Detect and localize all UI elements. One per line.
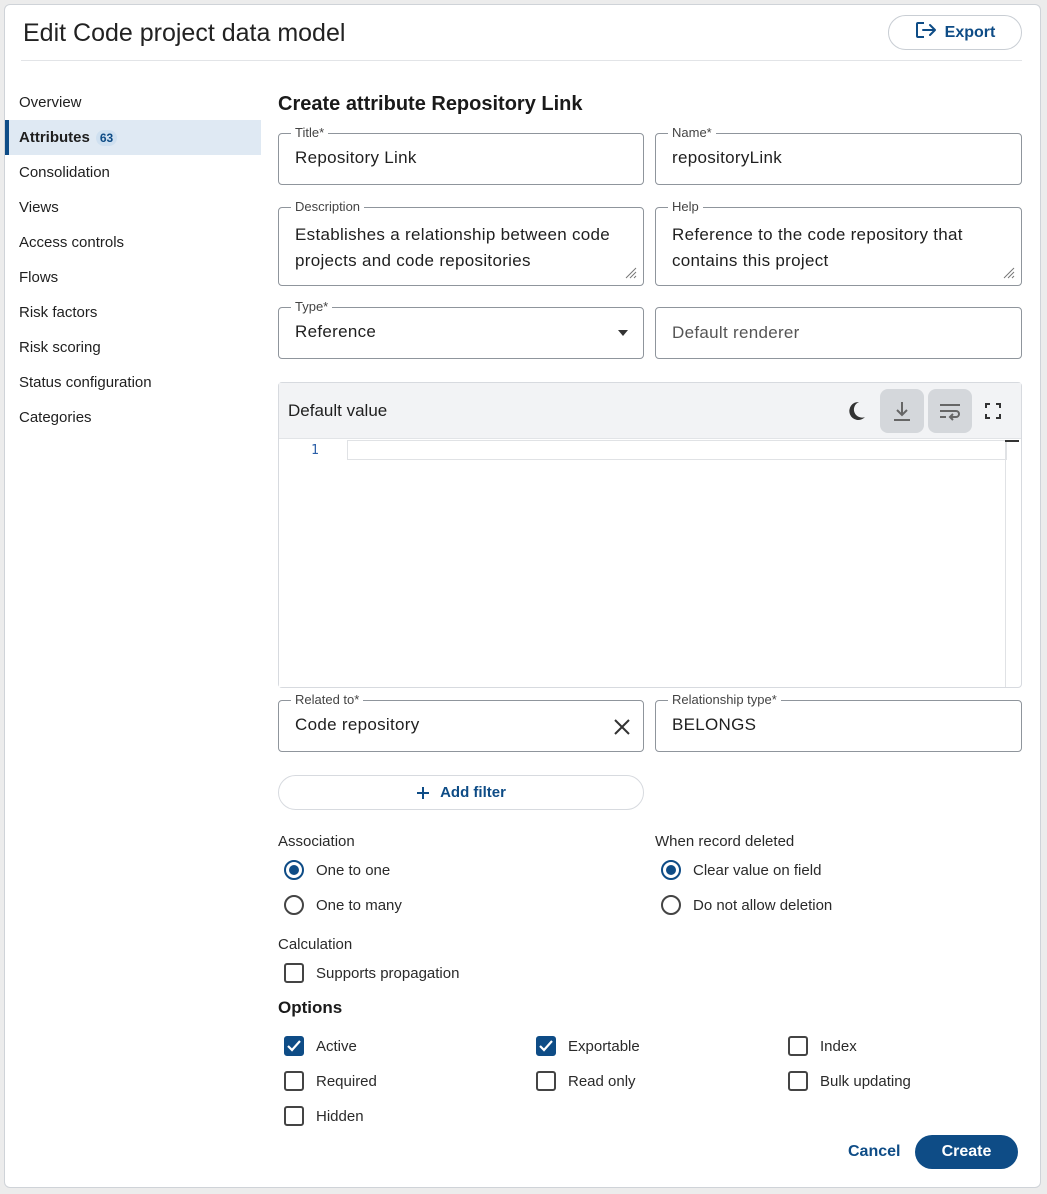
checkbox-checked-icon: [536, 1036, 556, 1056]
description-field-value: Establishes a relationship between code …: [295, 225, 611, 270]
radio-icon: [284, 895, 304, 915]
sidebar-item-access-controls[interactable]: Access controls: [5, 225, 261, 260]
title-field-label: Title*: [291, 126, 329, 140]
bulk-updating-checkbox[interactable]: Bulk updating: [788, 1071, 911, 1091]
wrap-text-icon: [940, 404, 960, 421]
supports-propagation-checkbox[interactable]: Supports propagation: [284, 963, 459, 983]
description-field[interactable]: Description Establishes a relationship b…: [278, 200, 644, 286]
relationship-type-field[interactable]: Relationship type* BELONGS: [655, 693, 1022, 752]
options-title: Options: [278, 998, 343, 1017]
sidebar-item-consolidation[interactable]: Consolidation: [5, 155, 261, 190]
editor-scrollbar[interactable]: [1005, 440, 1021, 687]
do-not-allow-deletion-radio[interactable]: Do not allow deletion: [661, 895, 832, 915]
name-field[interactable]: Name* repositoryLink: [655, 126, 1022, 185]
sidebar-nav: Overview Attributes 63 Consolidation View…: [5, 85, 261, 435]
record-deleted-label: When record deleted: [655, 833, 795, 850]
related-to-value: Code repository: [295, 715, 420, 734]
sidebar-item-attributes[interactable]: Attributes 63: [5, 120, 261, 155]
section-title: Create attribute Repository Link: [278, 93, 583, 115]
type-select[interactable]: Type* Reference: [278, 300, 644, 359]
title-field[interactable]: Title* Repository Link: [278, 126, 644, 185]
hidden-checkbox[interactable]: Hidden: [284, 1106, 364, 1126]
create-button[interactable]: Create: [915, 1135, 1018, 1169]
description-field-label: Description: [291, 200, 365, 214]
download-button[interactable]: [880, 389, 924, 433]
default-renderer-placeholder: Default renderer: [672, 323, 800, 342]
sidebar-item-categories[interactable]: Categories: [5, 400, 261, 435]
export-label: Export: [944, 23, 996, 41]
page-frame: Edit Code project data model Export Over…: [4, 4, 1041, 1188]
editor-input-line[interactable]: [347, 440, 1007, 460]
page-title: Edit Code project data model: [23, 19, 346, 47]
read-only-checkbox[interactable]: Read only: [536, 1071, 636, 1091]
sidebar-item-flows[interactable]: Flows: [5, 260, 261, 295]
required-checkbox[interactable]: Required: [284, 1071, 377, 1091]
dark-mode-button[interactable]: [834, 389, 878, 433]
checkbox-icon: [536, 1071, 556, 1091]
association-one-to-one-radio[interactable]: One to one: [284, 860, 390, 880]
add-filter-label: Add filter: [440, 784, 506, 801]
checkbox-icon: [284, 963, 304, 983]
help-field[interactable]: Help Reference to the code repository th…: [655, 200, 1022, 286]
default-renderer-input[interactable]: Default renderer: [655, 307, 1022, 359]
association-label: Association: [278, 833, 355, 850]
type-select-value: Reference: [295, 322, 377, 341]
resize-handle-icon[interactable]: [625, 267, 637, 279]
active-checkbox[interactable]: Active: [284, 1036, 357, 1056]
title-field-value: Repository Link: [295, 148, 417, 167]
cancel-button[interactable]: Cancel: [848, 1137, 900, 1167]
download-icon: [894, 402, 910, 421]
checkbox-icon: [788, 1036, 808, 1056]
index-checkbox[interactable]: Index: [788, 1036, 857, 1056]
sidebar-item-risk-scoring[interactable]: Risk scoring: [5, 330, 261, 365]
related-to-field[interactable]: Related to* Code repository: [278, 693, 644, 752]
checkbox-icon: [284, 1071, 304, 1091]
sidebar-item-status-configuration[interactable]: Status configuration: [5, 365, 261, 400]
clear-value-radio[interactable]: Clear value on field: [661, 860, 821, 880]
export-button[interactable]: Export: [888, 15, 1022, 50]
resize-handle-icon[interactable]: [1003, 267, 1015, 279]
word-wrap-button[interactable]: [928, 389, 972, 433]
help-field-value: Reference to the code repository that co…: [672, 225, 963, 270]
association-one-to-many-radio[interactable]: One to many: [284, 895, 402, 915]
help-field-label: Help: [668, 200, 703, 214]
plus-icon: [417, 786, 430, 799]
editor-gutter: [279, 440, 347, 687]
sidebar-item-overview[interactable]: Overview: [5, 85, 261, 120]
page-header: Edit Code project data model Export: [5, 5, 1040, 62]
name-field-label: Name*: [668, 126, 716, 140]
radio-selected-icon: [661, 860, 681, 880]
radio-selected-icon: [284, 860, 304, 880]
clear-icon[interactable]: [613, 718, 631, 736]
caret-down-icon: [618, 330, 628, 336]
sidebar-item-views[interactable]: Views: [5, 190, 261, 225]
sidebar-item-risk-factors[interactable]: Risk factors: [5, 295, 261, 330]
attributes-count-badge: 63: [95, 129, 118, 146]
scrollbar-thumb[interactable]: [1005, 440, 1019, 442]
expand-icon: [985, 403, 1001, 419]
header-divider: [21, 60, 1022, 61]
checkbox-icon: [788, 1071, 808, 1091]
checkbox-icon: [284, 1106, 304, 1126]
default-value-editor: Default value 1: [278, 382, 1022, 688]
name-field-value: repositoryLink: [672, 148, 783, 167]
fullscreen-button[interactable]: [971, 389, 1015, 433]
relationship-type-value: BELONGS: [672, 715, 757, 734]
default-value-label: Default value: [288, 401, 388, 420]
related-to-label: Related to*: [291, 693, 364, 707]
export-icon: [915, 21, 937, 44]
line-number: 1: [311, 443, 319, 458]
exportable-checkbox[interactable]: Exportable: [536, 1036, 640, 1056]
add-filter-button[interactable]: Add filter: [278, 775, 644, 810]
checkbox-checked-icon: [284, 1036, 304, 1056]
relationship-type-label: Relationship type*: [668, 693, 781, 707]
radio-icon: [661, 895, 681, 915]
editor-toolbar: Default value: [279, 383, 1021, 439]
calculation-label: Calculation: [278, 936, 353, 953]
type-select-label: Type*: [291, 300, 333, 314]
moon-icon: [849, 401, 865, 420]
